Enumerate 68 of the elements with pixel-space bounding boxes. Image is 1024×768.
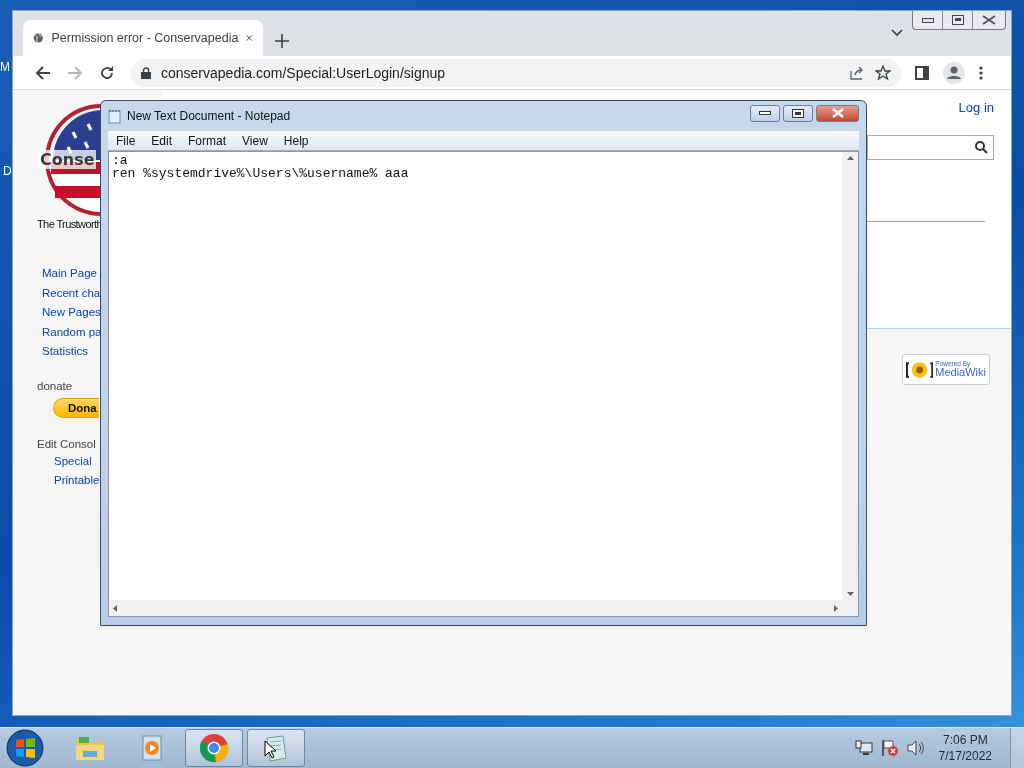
- star-icon[interactable]: [875, 64, 891, 81]
- browser-tab[interactable]: Permission error - Conservapedia: [23, 20, 263, 56]
- window-title: New Text Document - Notepad: [127, 109, 292, 123]
- start-button[interactable]: [5, 728, 45, 768]
- flag-error-icon[interactable]: [880, 739, 899, 757]
- menu-item[interactable]: File: [108, 133, 144, 148]
- close-button[interactable]: [816, 104, 859, 122]
- badge-text: MediaWiki: [935, 367, 986, 379]
- sidebar-link[interactable]: Random pa: [42, 324, 102, 340]
- chevron-icon[interactable]: [891, 29, 903, 37]
- cursor-icon: [264, 740, 276, 759]
- sidebar-link[interactable]: Main Page: [42, 266, 97, 282]
- menu-item[interactable]: Edit: [143, 133, 181, 148]
- sidebar-link[interactable]: Recent cha: [42, 285, 101, 301]
- tagline: The Trustworth: [37, 218, 102, 230]
- taskbar-button[interactable]: [247, 729, 305, 767]
- sidebar-link[interactable]: Printable: [54, 473, 100, 489]
- clock-time: 7:06 PM: [942, 732, 988, 748]
- notepad-icon: [108, 108, 121, 124]
- sunflower-icon: [906, 359, 934, 380]
- back-icon[interactable]: [35, 64, 51, 81]
- minimize-icon: [759, 111, 771, 115]
- login-link[interactable]: Log in: [958, 100, 994, 115]
- chrome-icon: [199, 733, 229, 763]
- close-icon: [982, 15, 996, 25]
- maximize-icon: [792, 108, 804, 118]
- side-panel-icon[interactable]: [915, 65, 929, 80]
- sidebar-link[interactable]: Special: [54, 453, 92, 469]
- search-icon[interactable]: [975, 141, 988, 154]
- scroll-down-icon[interactable]: [846, 592, 854, 596]
- menu-item[interactable]: View: [234, 133, 276, 148]
- scroll-up-icon[interactable]: [846, 156, 854, 160]
- folder-icon: [75, 735, 105, 761]
- address-bar[interactable]: conservapedia.com/Special:UserLogin/signup: [131, 58, 901, 87]
- share-icon[interactable]: [849, 64, 865, 81]
- menu-item[interactable]: Help: [275, 133, 317, 148]
- scroll-left-icon[interactable]: [113, 604, 117, 612]
- media-player-icon: [140, 735, 164, 761]
- clock[interactable]: 7:06 PM 7/17/2022: [938, 732, 992, 764]
- donate-button[interactable]: Dona: [53, 397, 99, 418]
- logo-text: Conse: [39, 150, 96, 169]
- scroll-right-icon[interactable]: [834, 604, 838, 612]
- close-icon[interactable]: [246, 33, 253, 43]
- taskbar-button[interactable]: [185, 729, 243, 767]
- maximize-icon: [951, 15, 964, 25]
- reload-icon[interactable]: [99, 64, 115, 81]
- desktop-icon-label: D: [3, 164, 12, 178]
- minimize-icon: [921, 17, 934, 23]
- lock-icon: [141, 66, 151, 79]
- menu-icon[interactable]: [979, 65, 983, 80]
- maximize-button[interactable]: [783, 104, 813, 122]
- close-icon: [830, 108, 845, 118]
- clock-date: 7/17/2022: [938, 748, 992, 764]
- vertical-scrollbar[interactable]: [842, 152, 858, 600]
- sidebar-heading: donate: [37, 378, 73, 392]
- speaker-icon[interactable]: [906, 740, 925, 756]
- search-field[interactable]: [867, 135, 994, 160]
- desktop-icon-label: M: [0, 60, 10, 74]
- profile-icon[interactable]: [943, 61, 965, 84]
- sidebar-link[interactable]: Statistics: [42, 344, 88, 360]
- new-tab-icon[interactable]: [275, 34, 289, 48]
- horizontal-scrollbar[interactable]: [109, 600, 842, 616]
- menu-item[interactable]: Format: [180, 133, 235, 148]
- sidebar-link[interactable]: New Pages: [42, 305, 101, 321]
- globe-icon: [33, 30, 44, 46]
- minimize-button[interactable]: [750, 104, 780, 122]
- network-icon[interactable]: [854, 740, 873, 756]
- sidebar-heading: Edit Consol: [37, 436, 96, 450]
